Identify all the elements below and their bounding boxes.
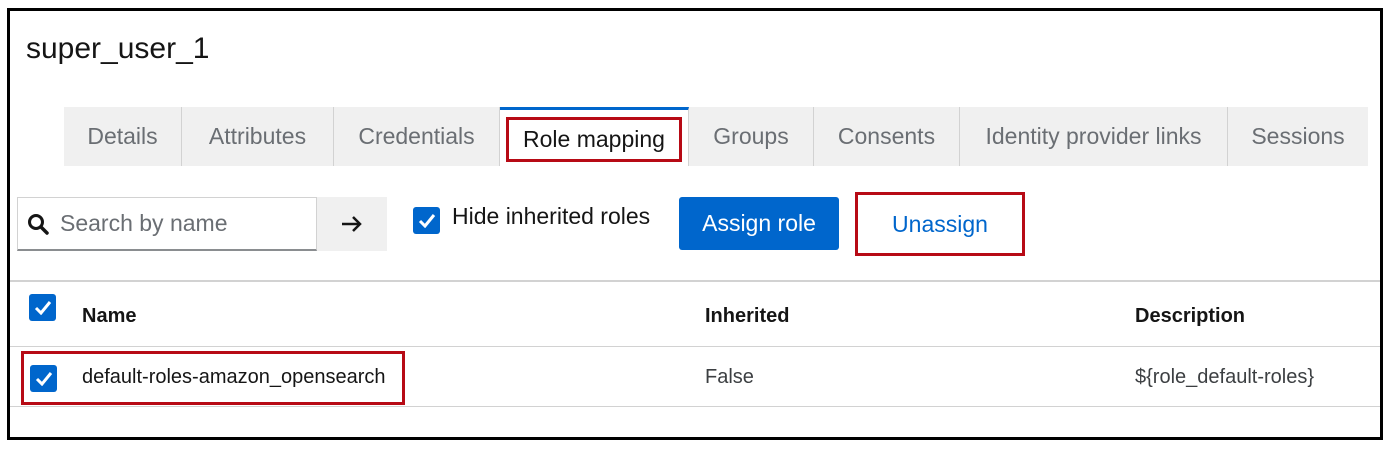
tab-consents[interactable]: Consents (814, 107, 960, 166)
hide-inherited-checkbox[interactable] (413, 207, 440, 234)
check-icon (418, 214, 435, 228)
assign-role-button[interactable]: Assign role (679, 197, 839, 250)
tab-label: Identity provider links (985, 123, 1202, 149)
check-icon (34, 301, 51, 315)
tab-bar: Details Attributes Credentials Role mapp… (64, 107, 1368, 166)
inherited-cell: False (705, 366, 754, 388)
column-header-inherited[interactable]: Inherited (705, 305, 789, 328)
row-divider (10, 346, 1380, 347)
tab-sessions[interactable]: Sessions (1228, 107, 1368, 166)
tab-credentials[interactable]: Credentials (334, 107, 500, 166)
column-header-name[interactable]: Name (82, 305, 136, 328)
search-group (17, 197, 387, 251)
table-divider (10, 280, 1380, 282)
unassign-button[interactable]: Unassign (855, 192, 1025, 256)
page-title: super_user_1 (26, 32, 210, 65)
search-icon (18, 197, 58, 251)
search-submit-button[interactable] (317, 197, 387, 251)
search-input[interactable] (58, 209, 312, 238)
tab-label: Credentials (358, 123, 475, 149)
tab-attributes[interactable]: Attributes (182, 107, 334, 166)
hide-inherited-toggle[interactable]: Hide inherited roles (413, 203, 650, 234)
description-cell: ${role_default-roles} (1135, 366, 1315, 388)
row-divider (10, 406, 1380, 407)
tab-label: Groups (713, 123, 789, 149)
tab-label: Attributes (208, 123, 307, 149)
column-header-description[interactable]: Description (1135, 305, 1245, 328)
tab-label: Consents (837, 123, 936, 149)
tab-role-mapping[interactable]: Role mapping (500, 107, 689, 166)
search-box (17, 197, 317, 251)
arrow-right-icon (341, 209, 363, 240)
select-all-checkbox[interactable] (29, 294, 56, 321)
hide-inherited-label: Hide inherited roles (452, 203, 651, 229)
row-checkbox[interactable] (30, 365, 57, 392)
tab-label: Role mapping (506, 116, 682, 162)
tab-groups[interactable]: Groups (689, 107, 814, 166)
check-icon (35, 372, 52, 386)
tab-label: Sessions (1251, 123, 1345, 149)
tab-identity-provider-links[interactable]: Identity provider links (960, 107, 1228, 166)
role-name-cell[interactable]: default-roles-amazon_opensearch (82, 366, 386, 389)
tab-details[interactable]: Details (64, 107, 182, 166)
tab-label: Details (87, 123, 158, 149)
